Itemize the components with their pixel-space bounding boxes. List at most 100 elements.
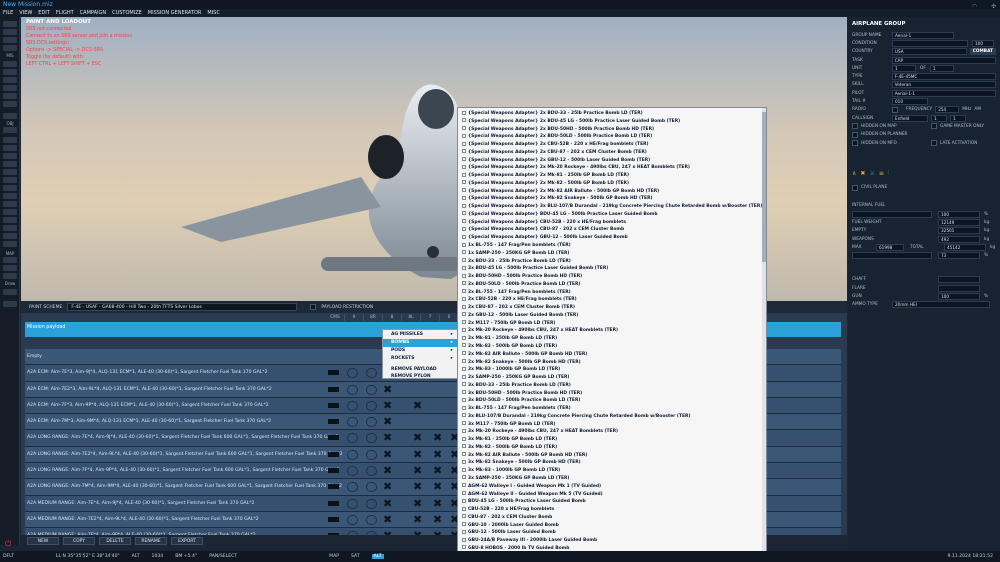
condition-slider[interactable] — [892, 39, 968, 47]
pylon-slot-icon[interactable] — [366, 531, 377, 535]
tool-button-17[interactable] — [3, 177, 17, 183]
pylon-weapon-icon[interactable]: ✖ — [383, 497, 397, 511]
menu-mission-generator[interactable]: MISSION GENERATOR — [148, 10, 202, 16]
pylon-slot-icon[interactable] — [366, 400, 377, 411]
fuel-tab-icon[interactable]: ⫶ — [888, 169, 890, 177]
menu-file[interactable]: FILE — [3, 10, 13, 16]
pylon-weapon-icon[interactable]: ✖ — [383, 399, 397, 413]
pylon-slot-icon[interactable] — [366, 433, 377, 444]
tool-button-1[interactable] — [3, 29, 17, 35]
country-dropdown[interactable]: USA — [891, 48, 967, 56]
weapon-list-item[interactable]: {Special Weapons Adapter} 2x Mk-82 AIR B… — [458, 188, 766, 196]
game-master-checkbox[interactable] — [931, 123, 937, 130]
payload-restriction-checkbox[interactable] — [310, 304, 317, 310]
weapon-list-item[interactable]: 3x M117 - 750lb GP Bomb LD (TER) — [458, 421, 766, 429]
payload-tab-icon[interactable]: ⚔ — [869, 170, 874, 177]
hidden-on-mfd-checkbox[interactable] — [852, 140, 858, 146]
menu-item-rockets[interactable]: ROCKETS ▸ — [383, 355, 457, 363]
tool-button-0[interactable] — [3, 21, 17, 27]
menu-customize[interactable]: CUSTOMIZE — [112, 10, 142, 16]
pylon-slot-icon[interactable] — [366, 449, 377, 460]
weapon-list-item[interactable]: {Special Weapons Adapter} 2x BDU-50HD - … — [458, 126, 766, 134]
pylon-header-8r[interactable]: 8R — [364, 314, 383, 321]
pylon-slot-icon[interactable] — [366, 368, 377, 379]
weapon-list-item[interactable]: 2x BDU-33 - 25lb Practice Bomb LD (TER) — [458, 258, 766, 266]
gun-field[interactable]: 100 — [938, 293, 980, 301]
pylon-slot-icon[interactable] — [347, 498, 358, 509]
menu-campaign[interactable]: CAMPAIGN — [80, 10, 106, 16]
pylon-header-8l[interactable]: 8L — [402, 314, 421, 321]
menu-item-remove-pylon[interactable]: REMOVE PYLON — [383, 373, 457, 381]
weapon-list-item[interactable]: {Special Weapons Adapter} BDU-45 LG - 50… — [458, 211, 766, 219]
weapon-list-item[interactable]: 2x Mk-82 Snakeye - 500lb GP Bomb HD (TER… — [458, 359, 766, 367]
weapon-list-item[interactable]: 3x BLU-107/B Durandal - 219kg Concrete P… — [458, 413, 766, 421]
menu-view[interactable]: VIEW — [19, 10, 32, 16]
am-label[interactable]: AM — [974, 107, 981, 112]
menu-flight[interactable]: FLIGHT — [56, 10, 74, 16]
pylon-weapon-icon[interactable]: ✖ — [383, 464, 397, 478]
triggers-tab-icon[interactable]: ✖ — [860, 170, 865, 177]
task-dropdown[interactable]: CAP — [891, 56, 996, 64]
weapon-list-item[interactable]: 2x Mk-83 - 1000lb GP Bomb LD (TER) — [458, 366, 766, 374]
late-activation-checkbox[interactable] — [931, 140, 937, 146]
menu-item-pods[interactable]: PODS ▸ — [383, 347, 457, 355]
weapon-list-item[interactable]: AGM-62 Walleye II - Guided Weapon Mk 5 (… — [458, 491, 766, 499]
pylon-weapon-icon[interactable]: ✖ — [413, 497, 427, 511]
weapon-list-item[interactable]: GBU-12 - 500lb Laser Guided Bomb — [458, 529, 766, 537]
weapon-list-item[interactable]: AGM-62 Walleye I - Guided Weapon Mk 1 (T… — [458, 483, 766, 491]
pylon-slot-icon[interactable] — [347, 433, 358, 444]
weapon-list-item[interactable]: 3x BDU-33 - 25lb Practice Bomb LD (TER) — [458, 382, 766, 390]
weapon-list-item[interactable]: {Special Weapons Adapter} CBU-87 - 202 x… — [458, 226, 766, 234]
view-mode[interactable]: DFLT — [3, 554, 14, 559]
weapon-list-item[interactable]: 2x BDU-50HD - 500lb Practice Bomb HD (TE… — [458, 273, 766, 281]
pylon-weapon-icon[interactable]: ✖ — [433, 480, 447, 494]
pylon-weapon-icon[interactable]: ✖ — [413, 480, 427, 494]
tool-button-11[interactable] — [3, 127, 17, 133]
tool-button-27[interactable] — [3, 265, 17, 271]
tool-button-19[interactable] — [3, 193, 17, 199]
paint-scheme-dropdown[interactable]: F-4E - USAF - GA68-400 - Hill Two - 20th… — [67, 303, 298, 311]
weapon-list-item[interactable]: {Special Weapons Adapter} 2x BDU-45 LG -… — [458, 118, 766, 126]
weapon-list-item[interactable]: {Special Weapons Adapter} 2x CBU-87 - 20… — [458, 149, 766, 157]
pylon-weapon-icon[interactable]: ✖ — [383, 513, 397, 527]
ammo-type-dropdown[interactable]: 20mm HEI — [892, 301, 990, 309]
weapon-list-item[interactable]: {Special Weapons Adapter} CBU-52B - 220 … — [458, 219, 766, 227]
tool-button-30[interactable] — [3, 301, 17, 307]
callsign-dropdown[interactable]: Enfield — [892, 114, 928, 122]
tool-button-26[interactable] — [3, 257, 17, 263]
pylon-slot-icon[interactable] — [347, 466, 358, 477]
pylon-weapon-icon[interactable]: ✖ — [413, 464, 427, 478]
weapon-list-item[interactable]: 2x Mk-82 - 500lb GP Bomb LD (TER) — [458, 343, 766, 351]
pylon-weapon-icon[interactable]: ✖ — [383, 383, 397, 397]
weapon-list-item[interactable]: 2x M117 - 750lb GP Bomb LD (TER) — [458, 320, 766, 328]
weapon-list-item[interactable]: {Special Weapons Adapter} 2x Mk-82 Snake… — [458, 195, 766, 203]
summary-tab-icon[interactable]: ≡ — [879, 170, 884, 177]
weapon-list-item[interactable]: {Special Weapons Adapter} GBU-12 - 500lb… — [458, 234, 766, 242]
tool-button-23[interactable] — [3, 225, 17, 231]
pylon-weapon-icon[interactable]: ✖ — [383, 480, 397, 494]
menu-item-bombs[interactable]: BOMBS ▸ — [383, 338, 457, 347]
pylon-slot-icon[interactable] — [366, 482, 377, 493]
weapon-list-item[interactable]: 3x Mk-83 - 1000lb GP Bomb LD (TER) — [458, 467, 766, 475]
weapon-list-item[interactable]: 3x BDU-50HD - 500lb Practice Bomb HD (TE… — [458, 390, 766, 398]
copy-button[interactable]: COPY — [63, 537, 95, 545]
hidden-on-map-checkbox[interactable] — [852, 123, 858, 130]
weapon-list-scrollbar[interactable] — [762, 108, 766, 561]
weapon-list-item[interactable]: {Special Weapons Adapter} 2x BDU-50LD - … — [458, 133, 766, 141]
map-button[interactable]: MAP — [329, 554, 339, 559]
menu-item-remove-payload[interactable]: REMOVE PAYLOAD — [383, 366, 457, 374]
weapon-list-item[interactable]: 2x BL-755 - 147 Frag/Pen bomblets (TER) — [458, 289, 766, 297]
tool-button-16[interactable] — [3, 169, 17, 175]
combat-button[interactable]: COMBAT — [969, 48, 996, 56]
weapon-list-item[interactable]: {Special Weapons Adapter} 2x Mk-20 Rocke… — [458, 164, 766, 172]
pylon-slot-icon[interactable] — [347, 368, 358, 379]
tool-button-13[interactable] — [3, 145, 17, 151]
pylon-weapon-icon[interactable]: ✖ — [383, 431, 397, 445]
pylon-slot-icon[interactable] — [347, 417, 358, 428]
weapon-list-item[interactable]: {Special Weapons Adapter} 2x Mk-82 - 500… — [458, 180, 766, 188]
tool-button-8[interactable] — [3, 93, 17, 99]
pylon-slot-icon[interactable] — [366, 498, 377, 509]
tool-button-22[interactable] — [3, 217, 17, 223]
menu-misc[interactable]: MISC — [207, 10, 219, 16]
pylon-header-cms[interactable]: CMS — [326, 314, 345, 321]
